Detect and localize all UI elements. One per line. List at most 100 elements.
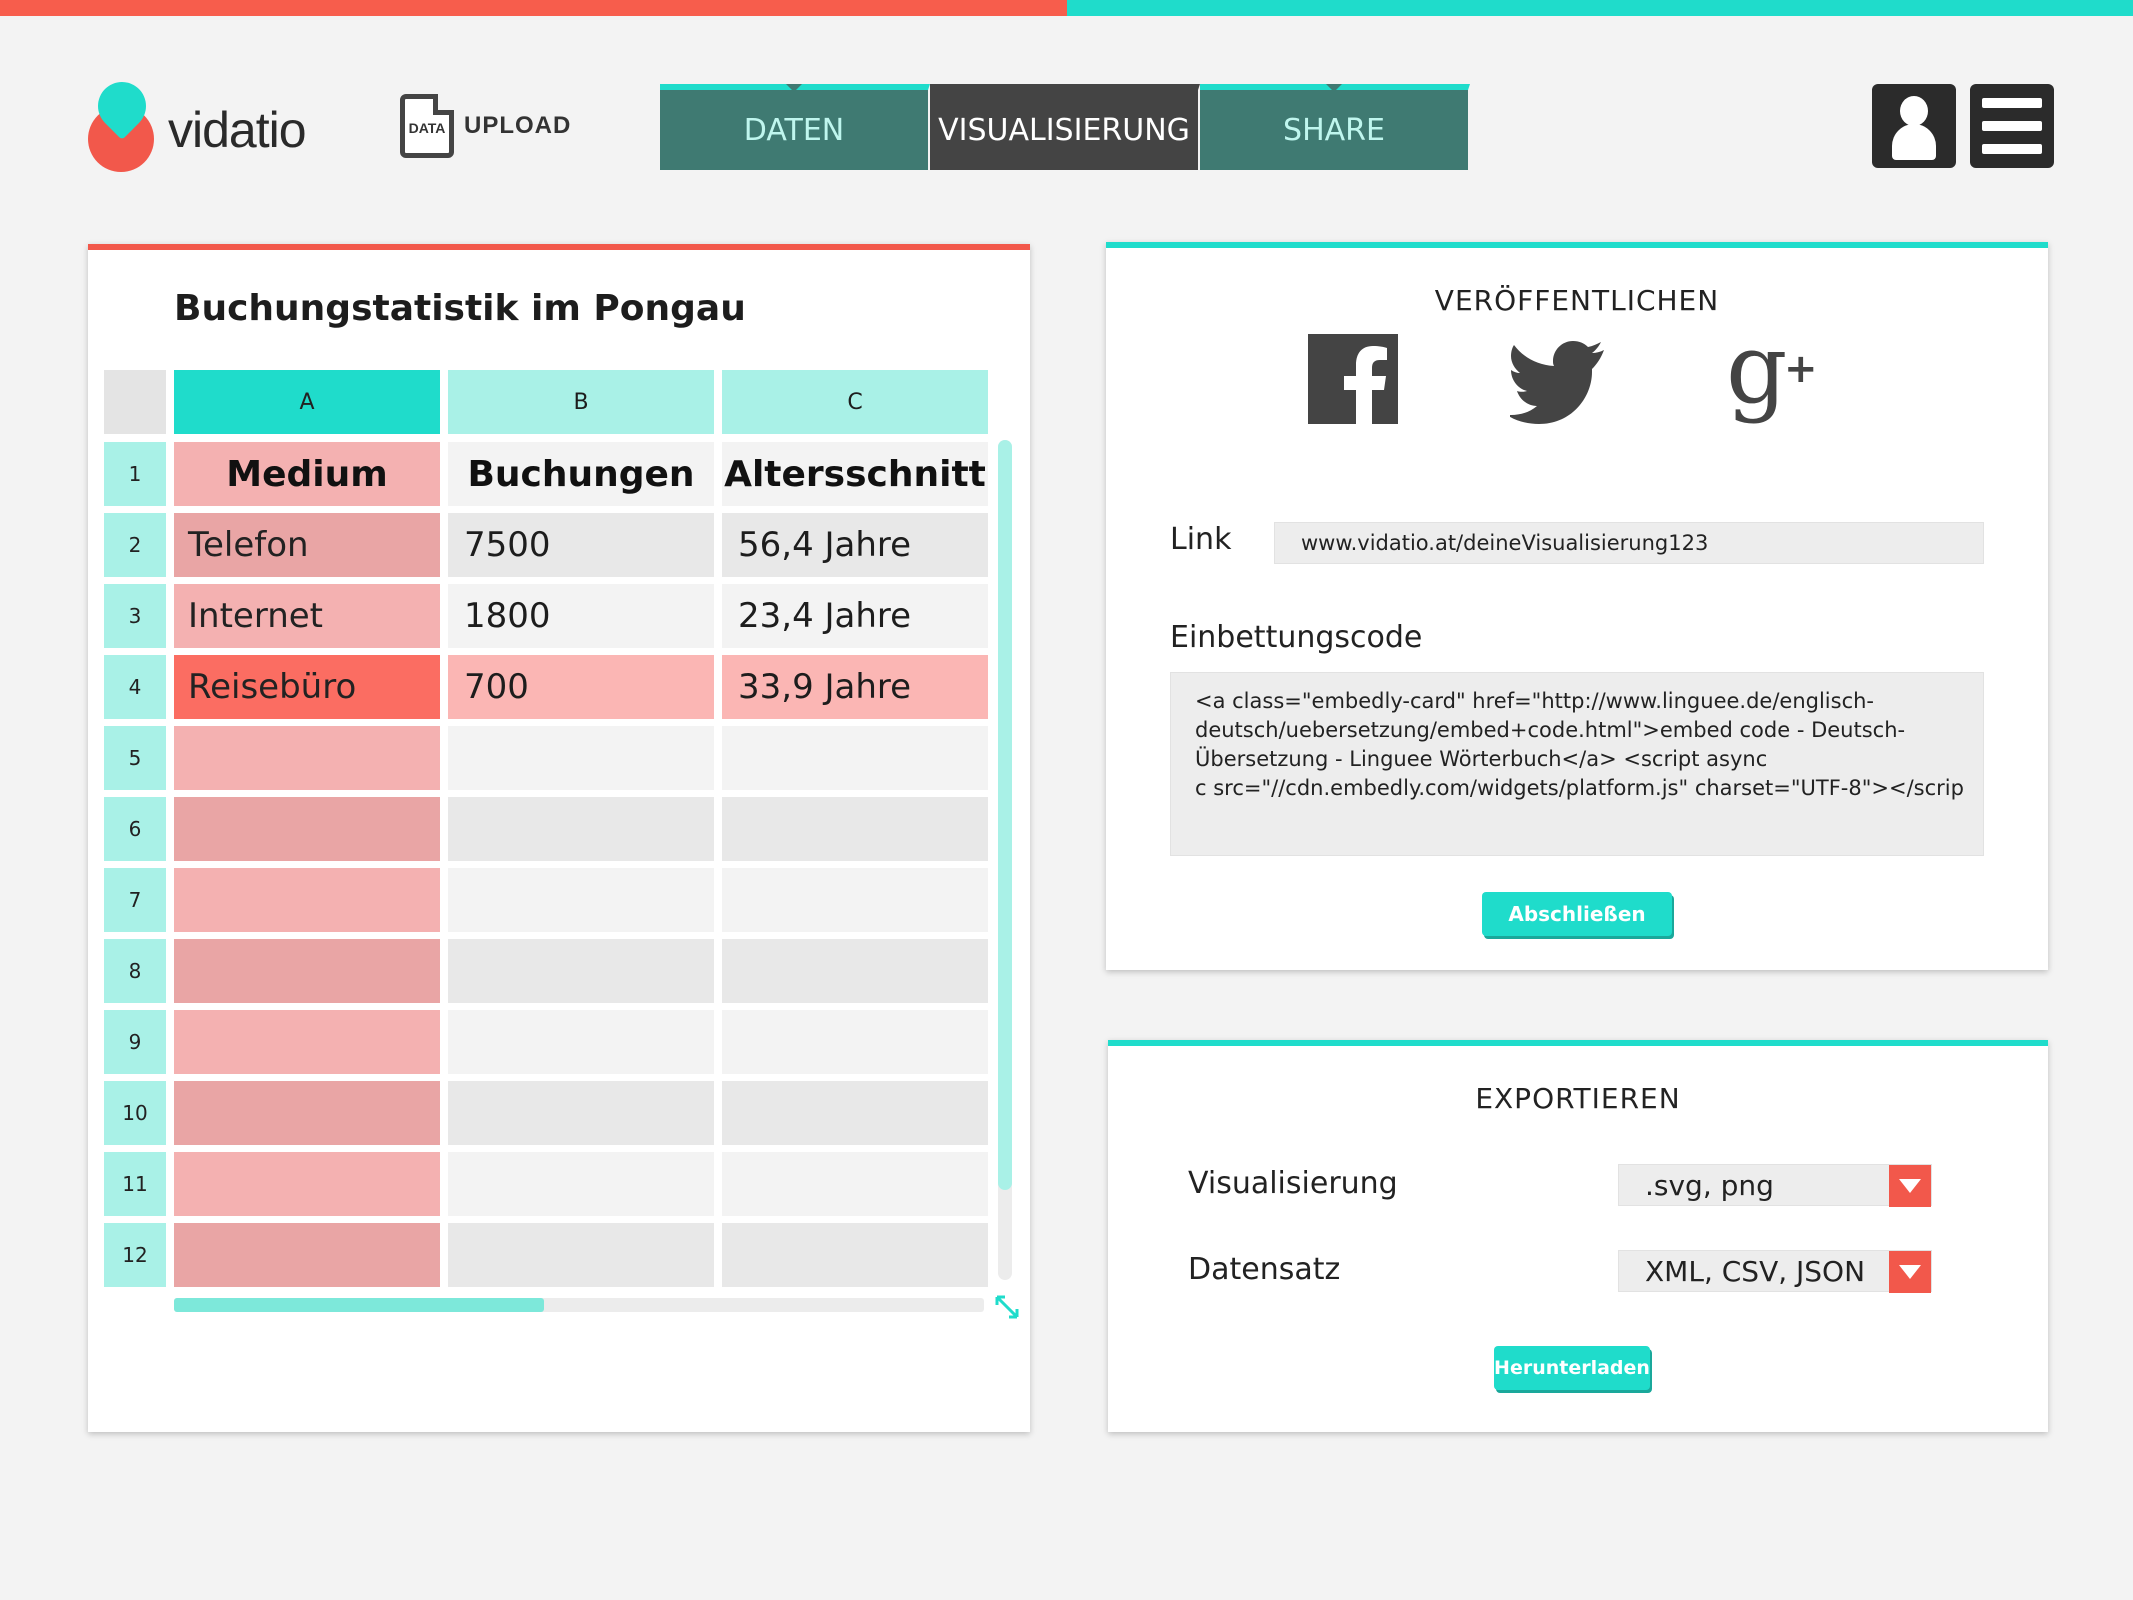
cell-a4[interactable]: Reisebüro [174,655,440,719]
row-number[interactable]: 5 [104,726,166,790]
cell-b6[interactable] [448,797,714,861]
top-stripe [0,0,2133,16]
tab-daten[interactable]: DATEN [660,84,930,170]
google-plus-icon[interactable]: g + [1726,332,1822,428]
stripe-coral [0,0,1067,16]
table-row: 2 Telefon 7500 56,4 Jahre [104,513,996,577]
cell-c2[interactable]: 56,4 Jahre [722,513,988,577]
cell-c8[interactable] [722,939,988,1003]
corner-cell[interactable] [104,370,166,434]
cell-a3[interactable]: Internet [174,584,440,648]
table-row: 7 [104,868,996,932]
cell-a6[interactable] [174,797,440,861]
row-number[interactable]: 11 [104,1152,166,1216]
row-number[interactable]: 6 [104,797,166,861]
row-number[interactable]: 4 [104,655,166,719]
user-icon[interactable] [1872,84,1956,168]
embed-code-label: Einbettungscode [1170,620,1423,655]
cell-b5[interactable] [448,726,714,790]
table-row: 10 [104,1081,996,1145]
cell-b11[interactable] [448,1152,714,1216]
cell-b3[interactable]: 1800 [448,584,714,648]
facebook-icon[interactable] [1306,332,1402,428]
row-number[interactable]: 12 [104,1223,166,1287]
cell-b7[interactable] [448,868,714,932]
row-number[interactable]: 10 [104,1081,166,1145]
svg-text:g: g [1726,332,1787,425]
link-field[interactable]: www.vidatio.at/deineVisualisierung123 [1274,522,1984,564]
cell-b12[interactable] [448,1223,714,1287]
cell-a5[interactable] [174,726,440,790]
cell-a2[interactable]: Telefon [174,513,440,577]
cell-b10[interactable] [448,1081,714,1145]
dropdown-arrow-icon[interactable] [1889,1251,1931,1293]
twitter-icon[interactable] [1510,332,1606,428]
table-row: 6 [104,797,996,861]
cell-b1[interactable]: Buchungen [448,442,714,506]
cell-c7[interactable] [722,868,988,932]
cell-c12[interactable] [722,1223,988,1287]
row-number[interactable]: 7 [104,868,166,932]
cell-b4[interactable]: 700 [448,655,714,719]
close-button[interactable]: Abschließen [1482,892,1672,936]
cell-a9[interactable] [174,1010,440,1074]
publish-panel: VERÖFFENTLICHEN g + Link www.vidatio.at/… [1106,242,2048,970]
cell-c5[interactable] [722,726,988,790]
hamburger-menu-icon[interactable] [1970,84,2054,168]
cell-a7[interactable] [174,868,440,932]
cell-c9[interactable] [722,1010,988,1074]
export-title: EXPORTIEREN [1475,1082,1681,1115]
table-row: 4 Reisebüro 700 33,9 Jahre [104,655,996,719]
dataset-format-select[interactable]: XML, CSV, JSON [1618,1250,1932,1293]
cell-c3[interactable]: 23,4 Jahre [722,584,988,648]
cell-b2[interactable]: 7500 [448,513,714,577]
table-row: 8 [104,939,996,1003]
cell-c6[interactable] [722,797,988,861]
cell-a1[interactable]: Medium [174,442,440,506]
svg-text:+: + [1784,346,1818,392]
download-button[interactable]: Herunterladen [1494,1346,1650,1390]
table-row: 12 [104,1223,996,1287]
vertical-scrollbar[interactable] [998,440,1012,1280]
cell-c10[interactable] [722,1081,988,1145]
tab-share[interactable]: SHARE [1200,84,1470,170]
row-number[interactable]: 8 [104,939,166,1003]
tab-visualisierung[interactable]: VISUALISIERUNG [930,84,1200,170]
stripe-teal [1067,0,2133,16]
upload-button[interactable]: DATA UPLOAD [400,94,571,158]
cell-a11[interactable] [174,1152,440,1216]
vidatio-logo[interactable]: vidatio [86,72,326,172]
main-tabs: DATEN VISUALISIERUNG SHARE [660,84,1470,170]
tab-caret-icon [786,84,802,92]
horizontal-scrollbar[interactable] [174,1298,984,1312]
row-number[interactable]: 1 [104,442,166,506]
export-panel: EXPORTIEREN Visualisierung .svg, png Dat… [1108,1040,2048,1432]
column-header-a[interactable]: A [174,370,440,434]
cell-c11[interactable] [722,1152,988,1216]
embed-code-field[interactable]: <a class="embedly-card" href="http://www… [1170,672,1984,856]
table-row: 3 Internet 1800 23,4 Jahre [104,584,996,648]
table-row: 5 [104,726,996,790]
column-header-b[interactable]: B [448,370,714,434]
cell-b8[interactable] [448,939,714,1003]
resize-handle-icon[interactable] [994,1294,1020,1320]
cell-b9[interactable] [448,1010,714,1074]
data-sheet-panel: Buchungstatistik im Pongau A B C 1 Medium… [88,244,1030,1432]
cell-a8[interactable] [174,939,440,1003]
link-label: Link [1170,522,1232,557]
column-header-c[interactable]: C [722,370,988,434]
cell-a12[interactable] [174,1223,440,1287]
row-number[interactable]: 9 [104,1010,166,1074]
table-row: 11 [104,1152,996,1216]
data-file-icon: DATA [400,94,454,158]
cell-c4[interactable]: 33,9 Jahre [722,655,988,719]
upload-label: UPLOAD [464,112,572,139]
dropdown-arrow-icon[interactable] [1889,1165,1931,1207]
logo-icon [86,72,158,172]
cell-c1[interactable]: Altersschnitt [722,442,988,506]
logo-text: vidatio [168,102,307,158]
visualization-format-select[interactable]: .svg, png [1618,1164,1932,1207]
row-number[interactable]: 2 [104,513,166,577]
row-number[interactable]: 3 [104,584,166,648]
cell-a10[interactable] [174,1081,440,1145]
